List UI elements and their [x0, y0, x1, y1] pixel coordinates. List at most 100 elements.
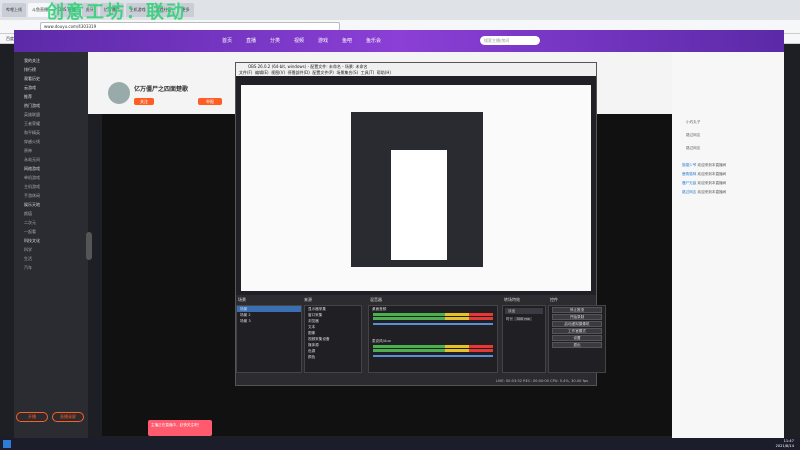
sidebar-scrollbar[interactable]: [86, 232, 92, 260]
obs-menu-item[interactable]: 工具(T): [361, 70, 375, 75]
obs-status-bar: LIVE: 00:03:52 REC: 00:00:00 CPU: 5.4%, …: [236, 377, 596, 385]
chat-username[interactable]: 路过网友: [682, 190, 696, 194]
taskbar: 11:47 2021/8/14: [0, 438, 800, 450]
sidebar-item[interactable]: 原神: [14, 146, 88, 155]
sidebar-item[interactable]: 穿越火线: [14, 137, 88, 146]
nav-video[interactable]: 视频: [294, 37, 304, 44]
sidebar-item[interactable]: 二次元: [14, 218, 88, 227]
chat-text: 欢迎来到本直播间: [697, 163, 727, 167]
rank-item[interactable]: 路过网友: [672, 142, 784, 155]
sidebar-item[interactable]: 云游戏: [14, 83, 88, 92]
obs-docks: 场景 场景 场景 2 场景 3 来源 显示器采集 窗口采集 浏览器 文本 图像 …: [236, 295, 606, 385]
duration-label: 时长 300 ms: [503, 316, 545, 322]
audio-meter: [373, 349, 493, 352]
sidebar-item[interactable]: 科技文化: [14, 236, 88, 245]
mixer-panel: 桌面音频 麦克风/Aux: [368, 305, 498, 373]
chat-message: 鹿角猫咪 欢迎来到本直播间: [672, 170, 784, 179]
duration-input[interactable]: 300 ms: [514, 317, 532, 321]
volume-slider[interactable]: [373, 323, 493, 325]
taskbar-clock: 11:47 2021/8/14: [776, 439, 794, 449]
windows-start-icon[interactable]: [3, 440, 11, 448]
obs-menu-item[interactable]: 文件(F): [239, 70, 252, 75]
sidebar-item[interactable]: 手游休闲: [14, 191, 88, 200]
chat-username[interactable]: 猫猫少爷: [682, 163, 696, 167]
search-input[interactable]: 搜索主播/房间: [480, 36, 540, 45]
record-button[interactable]: 直播录屏: [52, 412, 84, 422]
mixer-track-label: 麦克风/Aux: [372, 339, 391, 343]
virtual-camera-button[interactable]: 启动虚拟摄像机: [552, 321, 602, 327]
obs-preview[interactable]: [241, 85, 591, 291]
sidebar-item[interactable]: 科学: [14, 245, 88, 254]
rank-item[interactable]: 路过网友: [672, 129, 784, 142]
audio-meter: [373, 317, 493, 320]
sidebar-item[interactable]: 推荐: [14, 92, 88, 101]
obs-window: OBS 26.0.2 (64-bit, windows) - 配置文件: 未命名…: [235, 62, 606, 386]
report-button[interactable]: 举报: [198, 98, 222, 105]
promo-banner[interactable]: 主播正在直播中，赶快关注吧！: [148, 420, 212, 436]
scenes-title: 场景: [238, 297, 246, 302]
sidebar-item[interactable]: 我的关注: [14, 56, 88, 65]
start-live-button[interactable]: 开播: [16, 412, 48, 422]
obs-menu-item[interactable]: 配置文件(P): [312, 70, 334, 75]
sidebar-item[interactable]: 单机游戏: [14, 173, 88, 182]
browser-tab[interactable]: 哔哩上线: [2, 3, 26, 17]
left-sidebar: 我的关注 排行榜 观看历史 云游戏 推荐 热门游戏 英雄联盟 王者荣耀 和平精英…: [14, 52, 88, 438]
bookmark[interactable]: 百度: [6, 36, 14, 42]
sidebar-item[interactable]: 观看历史: [14, 74, 88, 83]
nav-live[interactable]: 直播: [246, 37, 256, 44]
sidebar-item[interactable]: 颜值: [14, 209, 88, 218]
studio-mode-button[interactable]: 工作室模式: [552, 328, 602, 334]
sidebar-item[interactable]: 和平精英: [14, 128, 88, 137]
nested-preview-inner: [391, 150, 447, 260]
sidebar-item[interactable]: 娱乐天地: [14, 200, 88, 209]
follow-button[interactable]: 关注: [134, 98, 154, 105]
chat-text: 欢迎来到本直播间: [697, 172, 727, 176]
obs-menu-item[interactable]: 帮助(H): [377, 70, 391, 75]
chat-username[interactable]: 鹿角猫咪: [682, 172, 696, 176]
sidebar-item[interactable]: 汽车: [14, 263, 88, 272]
audio-meter: [373, 313, 493, 316]
watermark-text: 创意工坊：联动: [46, 2, 186, 23]
settings-button[interactable]: 设置: [552, 335, 602, 341]
controls-title: 控件: [550, 297, 558, 302]
nav-category[interactable]: 分类: [270, 37, 280, 44]
obs-menu-item[interactable]: 停靠部件(D): [288, 70, 310, 75]
rank-item[interactable]: 小灼丸子: [672, 116, 784, 129]
audio-meter: [373, 345, 493, 348]
obs-menu-item[interactable]: 编辑(E): [255, 70, 269, 75]
scene-item[interactable]: 场景 3: [237, 318, 301, 324]
room-title: 亿万僵尸之四面楚歌: [134, 86, 189, 93]
sidebar-item[interactable]: 一起看: [14, 227, 88, 236]
nav-home[interactable]: 首页: [222, 37, 232, 44]
transition-select[interactable]: 淡出: [505, 308, 543, 314]
nav-fishbar[interactable]: 鱼吧: [342, 37, 352, 44]
sidebar-item[interactable]: 热门游戏: [14, 101, 88, 110]
chat-username[interactable]: 僵尸无敌: [682, 181, 696, 185]
stop-streaming-button[interactable]: 停止推流: [552, 307, 602, 313]
obs-menu-item[interactable]: 场景集合(S): [336, 70, 358, 75]
sidebar-item[interactable]: 主机游戏: [14, 182, 88, 191]
exit-button[interactable]: 退出: [552, 342, 602, 348]
chat-text: 欢迎来到本直播间: [697, 190, 727, 194]
sidebar-item[interactable]: 排行榜: [14, 65, 88, 74]
source-item[interactable]: 颜色: [305, 354, 361, 360]
sidebar-item[interactable]: 网络游戏: [14, 164, 88, 173]
sources-panel: 显示器采集 窗口采集 浏览器 文本 图像 视频采集设备 媒体源 色源 颜色: [304, 305, 362, 373]
scenes-panel: 场景 场景 2 场景 3: [236, 305, 302, 373]
nav-fishfun[interactable]: 鱼乐会: [366, 37, 381, 44]
nav-game[interactable]: 游戏: [318, 37, 328, 44]
obs-menu-item[interactable]: 视图(V): [271, 70, 285, 75]
sidebar-item[interactable]: 王者荣耀: [14, 119, 88, 128]
sidebar-item[interactable]: 生活: [14, 254, 88, 263]
avatar[interactable]: [108, 82, 130, 104]
sidebar-item[interactable]: 英雄联盟: [14, 110, 88, 119]
mixer-track-label: 桌面音频: [372, 307, 387, 311]
sidebar-item[interactable]: 永劫无间: [14, 155, 88, 164]
obs-menu-bar: 文件(F) 编辑(E) 视图(V) 停靠部件(D) 配置文件(P) 场景集合(S…: [236, 70, 596, 76]
volume-slider[interactable]: [373, 355, 493, 357]
start-recording-button[interactable]: 开始录制: [552, 314, 602, 320]
transitions-title: 转场特效: [504, 297, 520, 302]
nested-preview: [351, 112, 483, 267]
chat-message: 猫猫少爷 欢迎来到本直播间: [672, 161, 784, 170]
duration-label-text: 时长: [506, 317, 514, 321]
